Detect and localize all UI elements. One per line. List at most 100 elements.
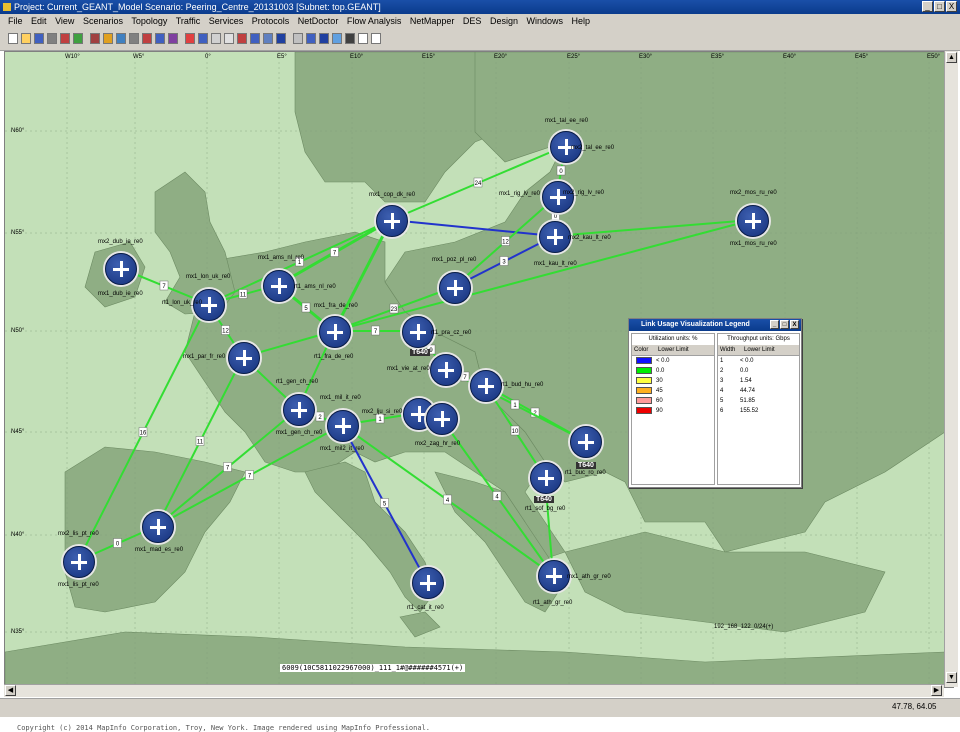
toolbar-tool-icon[interactable] — [142, 33, 152, 44]
router-node-icon[interactable] — [470, 370, 502, 402]
toolbar-tool-icon[interactable] — [185, 33, 195, 44]
menu-des[interactable]: DES — [463, 16, 482, 26]
util-legend-row: < 0.0 — [632, 356, 714, 366]
toolbar-tool-icon[interactable] — [198, 33, 208, 44]
menu-flow-analysis[interactable]: Flow Analysis — [347, 16, 402, 26]
menu-scenarios[interactable]: Scenarios — [83, 16, 123, 26]
menu-netmapper[interactable]: NetMapper — [410, 16, 455, 26]
router-node-icon[interactable] — [283, 394, 315, 426]
router-label: mx1_mil_it_re0 — [320, 395, 361, 401]
toolbar-tool-icon[interactable] — [60, 33, 70, 44]
menu-windows[interactable]: Windows — [526, 16, 563, 26]
toolbar-tool-icon[interactable] — [263, 33, 273, 44]
minimize-button[interactable]: _ — [922, 1, 933, 12]
toolbar-tool-icon[interactable] — [293, 33, 303, 44]
legend-minimize-button[interactable]: _ — [770, 320, 779, 329]
map-canvas[interactable]: 2412371711125 23716117702 154410219700 — [5, 52, 945, 685]
scroll-down-button[interactable]: ▼ — [946, 672, 957, 683]
menu-netdoctor[interactable]: NetDoctor — [298, 16, 339, 26]
router-node-icon[interactable] — [319, 316, 351, 348]
router-label: rt1_ams_nl_re0 — [294, 284, 336, 290]
router-node-icon[interactable] — [376, 205, 408, 237]
legend-maximize-button[interactable]: □ — [780, 320, 789, 329]
window-title: Project: Current_GEANT_Model Scenario: P… — [14, 2, 381, 12]
toolbar-tool-icon[interactable] — [306, 33, 316, 44]
toolbar-tool-icon[interactable] — [129, 33, 139, 44]
longitude-label: E10° — [350, 54, 364, 60]
toolbar-tool-icon[interactable] — [103, 33, 113, 44]
color-swatch — [636, 377, 652, 384]
toolbar-tool-icon[interactable] — [155, 33, 165, 44]
menu-topology[interactable]: Topology — [131, 16, 167, 26]
toolbar-tool-icon[interactable] — [47, 33, 57, 44]
router-node-icon[interactable] — [263, 270, 295, 302]
legend-title-bar[interactable]: Link Usage Visualization Legend _ □ X — [629, 319, 801, 331]
width-value: 3 — [720, 378, 724, 384]
menu-traffic[interactable]: Traffic — [176, 16, 201, 26]
toolbar-tool-icon[interactable] — [34, 33, 44, 44]
maximize-button[interactable]: □ — [934, 1, 945, 12]
close-button[interactable]: X — [946, 1, 957, 12]
router-node-icon[interactable] — [539, 221, 571, 253]
toolbar-tool-icon[interactable] — [73, 33, 83, 44]
toolbar-tool-icon[interactable] — [332, 33, 342, 44]
toolbar-tool-icon[interactable] — [8, 33, 18, 44]
toolbar-tool-icon[interactable] — [371, 33, 381, 44]
toolbar-tool-icon[interactable] — [211, 33, 221, 44]
toolbar-tool-icon[interactable] — [319, 33, 329, 44]
router-node-icon[interactable] — [570, 426, 602, 458]
toolbar-tool-icon[interactable] — [116, 33, 126, 44]
toolbar-tool-icon[interactable] — [168, 33, 178, 44]
router-node-icon[interactable] — [327, 410, 359, 442]
router-node-icon[interactable] — [530, 462, 562, 494]
legend-close-button[interactable]: X — [790, 320, 799, 329]
scroll-right-button[interactable]: ▶ — [931, 685, 942, 696]
map-view[interactable]: 24 12 3 7 1 7 11 12 5 23 7 16 11 7 7 0 2 1 5 4 4 10 2 1 9 7 0 0 W10… — [4, 51, 954, 732]
menu-help[interactable]: Help — [572, 16, 591, 26]
menu-bar: File Edit View Scenarios Topology Traffi… — [0, 14, 960, 28]
horizontal-scrollbar[interactable]: ◀ ▶ — [4, 684, 944, 697]
router-label: mx1_mad_es_re0 — [135, 547, 184, 553]
throughput-legend-row: 6 155.52 — [718, 406, 799, 416]
router-node-icon[interactable] — [542, 181, 574, 213]
router-node-icon[interactable] — [439, 272, 471, 304]
util-lower-limit: 60 — [656, 398, 663, 404]
latitude-label: N50° — [11, 328, 25, 334]
router-label: rt1_fra_de_re0 — [314, 354, 354, 360]
router-label: mx2_rig_lv_re0 — [563, 190, 605, 196]
toolbar-tool-icon[interactable] — [237, 33, 247, 44]
router-node-icon[interactable] — [228, 342, 260, 374]
menu-view[interactable]: View — [55, 16, 74, 26]
toolbar-tool-icon[interactable] — [224, 33, 234, 44]
router-node-icon[interactable] — [426, 403, 458, 435]
toolbar-tool-icon[interactable] — [345, 33, 355, 44]
router-node-icon[interactable] — [412, 567, 444, 599]
router-node-icon[interactable] — [105, 253, 137, 285]
util-legend-row: 60 — [632, 396, 714, 406]
router-node-icon[interactable] — [63, 546, 95, 578]
router-node-icon[interactable] — [142, 511, 174, 543]
menu-file[interactable]: File — [8, 16, 23, 26]
toolbar-tool-icon[interactable] — [276, 33, 286, 44]
status-bar: 47.78, 64.05 — [0, 698, 960, 717]
menu-design[interactable]: Design — [490, 16, 518, 26]
scroll-left-button[interactable]: ◀ — [5, 685, 16, 696]
vertical-scrollbar[interactable]: ▲ ▼ — [944, 51, 958, 687]
router-node-icon[interactable] — [737, 205, 769, 237]
latitude-label: N60° — [11, 128, 25, 134]
link-label: 23 — [391, 307, 398, 313]
scroll-up-button[interactable]: ▲ — [946, 52, 957, 63]
link-usage-legend[interactable]: Link Usage Visualization Legend _ □ X Ut… — [628, 318, 802, 488]
router-node-icon[interactable] — [402, 316, 434, 348]
toolbar-tool-icon[interactable] — [250, 33, 260, 44]
menu-protocols[interactable]: Protocols — [252, 16, 290, 26]
toolbar-tool-icon[interactable] — [358, 33, 368, 44]
util-legend-row: 30 — [632, 376, 714, 386]
router-node-icon[interactable] — [430, 354, 462, 386]
menu-edit[interactable]: Edit — [31, 16, 47, 26]
router-label: mx1_mos_ru_re0 — [730, 241, 777, 247]
toolbar-tool-icon[interactable] — [21, 33, 31, 44]
menu-services[interactable]: Services — [209, 16, 244, 26]
toolbar-tool-icon[interactable] — [90, 33, 100, 44]
router-node-icon[interactable] — [538, 560, 570, 592]
